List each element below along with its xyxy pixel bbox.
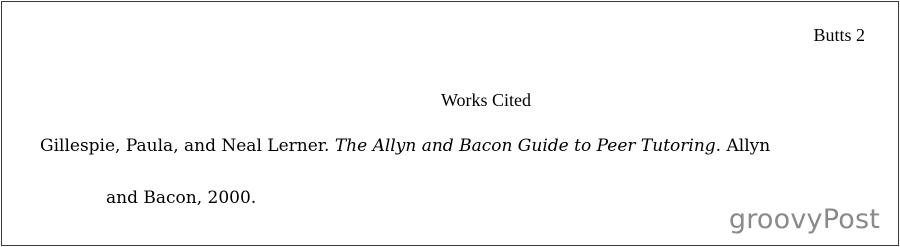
works-cited-title: Works Cited xyxy=(440,90,532,110)
running-head: Butts 2 xyxy=(813,25,865,45)
document-page: Butts 2 Works Cited Gillespie, Paula, an… xyxy=(1,1,899,246)
citation-book-title: The Allyn and Bacon Guide to Peer Tutori… xyxy=(334,136,716,156)
citation-entry: Gillespie, Paula, and Neal Lerner. The A… xyxy=(40,135,870,209)
citation-publisher-start: . Allyn xyxy=(715,136,771,156)
groovypost-watermark: groovyPost xyxy=(728,204,880,235)
citation-authors: Gillespie, Paula, and Neal Lerner. xyxy=(40,136,335,156)
